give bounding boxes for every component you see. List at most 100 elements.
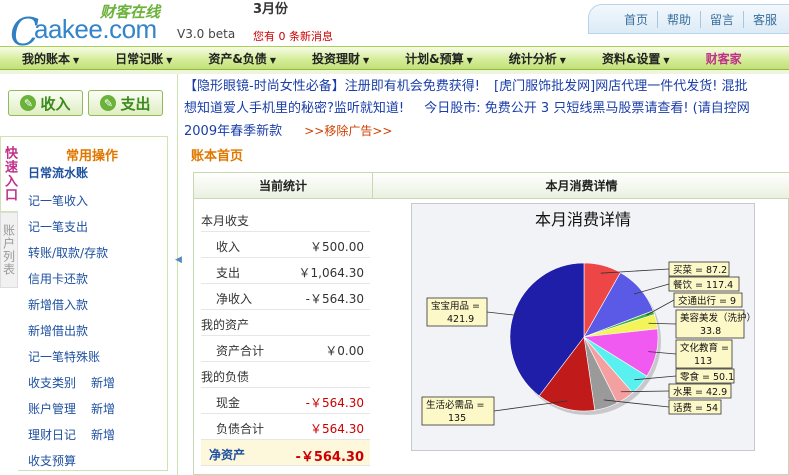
- expense-button[interactable]: ✎ 支出: [88, 90, 163, 116]
- ad-line-3: 2009年春季新款 >>移除广告>>: [184, 120, 789, 143]
- slice-label: 交通出行 = 9: [678, 295, 736, 307]
- expense-pie-chart: 买菜 = 87.2餐饮 = 117.4交通出行 = 9美容美发（洗护） =33.…: [411, 203, 756, 451]
- tab-account-list[interactable]: 账户列表: [0, 212, 18, 288]
- link-credit-repay[interactable]: 信用卡还款: [28, 270, 88, 287]
- slice-label: 零食 = 50.1: [680, 371, 734, 383]
- table-row: 资产合计 ￥0.00: [201, 336, 370, 362]
- net-assets-label: 净资产: [209, 448, 246, 462]
- nav-label: 资料&设置: [601, 51, 661, 66]
- slice-label: 话费 = 54: [673, 402, 718, 414]
- dropdown-arrow-icon: ▼: [362, 55, 370, 65]
- nav-daily[interactable]: 日常记账 ▼: [93, 50, 186, 67]
- nav-label: 计划&预算: [405, 51, 464, 66]
- ad-link[interactable]: [虎门服饰批发网]网店代理一件代发货! 混批: [494, 79, 748, 94]
- net-income-value: -￥564.30: [305, 292, 364, 306]
- stats-section-liabilities: 我的负债: [201, 362, 370, 388]
- ad-link[interactable]: 2009年春季新款: [184, 124, 282, 139]
- nav-assets[interactable]: 资产&负债 ▼: [186, 50, 290, 67]
- message-count: 0: [278, 30, 286, 43]
- table-row: 支出 ￥1,064.30: [201, 258, 370, 284]
- nav-label: 投资理财: [311, 51, 360, 66]
- slice-label: 水果 = 42.9: [673, 386, 727, 398]
- pie-svg: 买菜 = 87.2餐饮 = 117.4交通出行 = 9美容美发（洗护） =33.…: [421, 261, 756, 426]
- net-assets-value: -￥564.30: [295, 450, 364, 465]
- table-row: 净收入 -￥564.30: [201, 284, 370, 310]
- logo-tagline: 财客在线: [100, 3, 161, 21]
- nav-stats[interactable]: 统计分析 ▼: [487, 50, 580, 67]
- link-finance-diary[interactable]: 理财日记: [28, 426, 76, 443]
- tab-quick-entry[interactable]: 快速入口: [0, 136, 18, 212]
- nav-my-books[interactable]: 我的账本 ▼: [0, 50, 93, 67]
- nav-label: 统计分析: [508, 51, 557, 66]
- current-stats-header: 当前统计: [194, 173, 373, 199]
- current-month: 3月份: [253, 2, 289, 17]
- link-support[interactable]: 客服: [744, 11, 786, 28]
- link-home[interactable]: 首页: [615, 10, 659, 28]
- link-feedback[interactable]: 留言: [701, 10, 745, 28]
- ops-title: 常用操作: [66, 149, 119, 164]
- add-category-link[interactable]: 新增: [91, 374, 115, 391]
- add-account-link[interactable]: 新增: [91, 400, 115, 417]
- assets-total-value: ￥0.00: [325, 344, 364, 358]
- main-nav: 我的账本 ▼ 日常记账 ▼ 资产&负债 ▼ 投资理财 ▼ 计划&预算 ▼ 统计分析 ▼ 资料…: [0, 46, 789, 70]
- ops-subtitle[interactable]: 日常流水账: [28, 164, 88, 181]
- stats-section-income: 本月收支: [201, 206, 370, 232]
- common-operations: 常用操作 日常流水账 记一笔收入 记一笔支出 转账/取款/存款 信用卡还款 新增…: [18, 136, 168, 471]
- ad-link[interactable]: 今日股市: 免费公开 3 只短线黑马股票请查看! (请自控网: [424, 101, 749, 116]
- income-button-label: 收入: [40, 94, 71, 113]
- net-income-label: 净收入: [216, 292, 253, 306]
- version-label: V3.0 beta: [177, 27, 236, 41]
- link-transfer[interactable]: 转账/取款/存款: [28, 244, 108, 261]
- table-row: 现金 -￥564.30: [201, 388, 370, 414]
- nav-plan[interactable]: 计划&预算 ▼: [383, 50, 487, 67]
- table-row: 负债合计 ￥564.30: [201, 414, 370, 440]
- assets-total-label: 资产合计: [216, 344, 265, 358]
- remove-ads-link[interactable]: >>移除广告>>: [304, 124, 392, 138]
- chart-title: 本月消费详情: [534, 210, 631, 229]
- expense-value: ￥1,064.30: [298, 266, 364, 280]
- dropdown-arrow-icon: ▼: [466, 55, 473, 65]
- link-budget[interactable]: 收支预算: [28, 452, 76, 469]
- link-account-mgmt[interactable]: 账户管理: [28, 400, 76, 417]
- dropdown-arrow-icon: ▼: [663, 55, 670, 65]
- nav-invest[interactable]: 投资理财 ▼: [290, 50, 383, 67]
- income-icon: ✎: [20, 95, 37, 111]
- income-button[interactable]: ✎ 收入: [8, 90, 83, 116]
- site-header: C aakee.com 财客在线 V3.0 beta 3月份 您有 0 条新消息…: [0, 0, 789, 54]
- site-logo[interactable]: C aakee.com 财客在线: [8, 3, 178, 54]
- cash-value[interactable]: -￥564.30: [306, 394, 364, 411]
- income-label: 收入: [216, 240, 241, 254]
- add-diary-link[interactable]: 新增: [91, 426, 115, 443]
- link-record-income[interactable]: 记一笔收入: [28, 192, 88, 209]
- slice-label: 餐饮 = 117.4: [673, 279, 733, 291]
- nav-settings[interactable]: 资料&设置 ▼: [580, 50, 684, 67]
- link-categories[interactable]: 收支类别: [28, 374, 76, 391]
- link-new-lend[interactable]: 新增借出款: [28, 322, 88, 339]
- expense-label: 支出: [216, 266, 241, 280]
- nav-label: 资产&负债: [208, 51, 267, 66]
- collapse-panel-icon[interactable]: ◀: [175, 255, 182, 295]
- message-notice[interactable]: 您有 0 条新消息: [253, 28, 333, 44]
- stats-section-assets: 我的资产: [201, 310, 370, 336]
- dropdown-arrow-icon: ▼: [73, 55, 80, 65]
- page-title: 账本首页: [191, 149, 244, 164]
- ad-link[interactable]: 【隐形眼镜-时尚女性必备】注册即有机会免费获得!: [184, 79, 480, 94]
- left-panel: ✎ 收入 ✎ 支出 快速入口 账户列表 常用操作 日常流水账 记一笔收入 记一笔…: [0, 74, 178, 475]
- dropdown-arrow-icon: ▼: [559, 55, 566, 65]
- income-value: ￥500.00: [310, 240, 364, 254]
- liab-total-value: ￥564.30: [310, 422, 364, 436]
- stats-table: 本月收支 收入 ￥500.00 支出 ￥1,064.30 净收入 -￥564.30 我…: [201, 206, 370, 466]
- ad-link[interactable]: 想知道爱人手机里的秘密?监听就知道!: [184, 101, 404, 116]
- liab-total-label: 负债合计: [216, 422, 265, 436]
- table-row: 收入 ￥500.00: [201, 232, 370, 258]
- ad-line-2: 想知道爱人手机里的秘密?监听就知道! 今日股市: 免费公开 3 只短线黑马股票请…: [184, 98, 789, 120]
- link-new-borrow[interactable]: 新增借入款: [28, 296, 88, 313]
- link-special-entry[interactable]: 记一笔特殊账: [28, 348, 100, 365]
- cash-label: 现金: [216, 396, 241, 410]
- link-record-expense[interactable]: 记一笔支出: [28, 218, 88, 235]
- dropdown-arrow-icon: ▼: [269, 55, 276, 65]
- expense-icon: ✎: [100, 95, 117, 111]
- message-suffix: 条新消息: [289, 30, 333, 43]
- nav-family[interactable]: 财客家: [684, 50, 756, 67]
- link-help[interactable]: 帮助: [658, 10, 702, 28]
